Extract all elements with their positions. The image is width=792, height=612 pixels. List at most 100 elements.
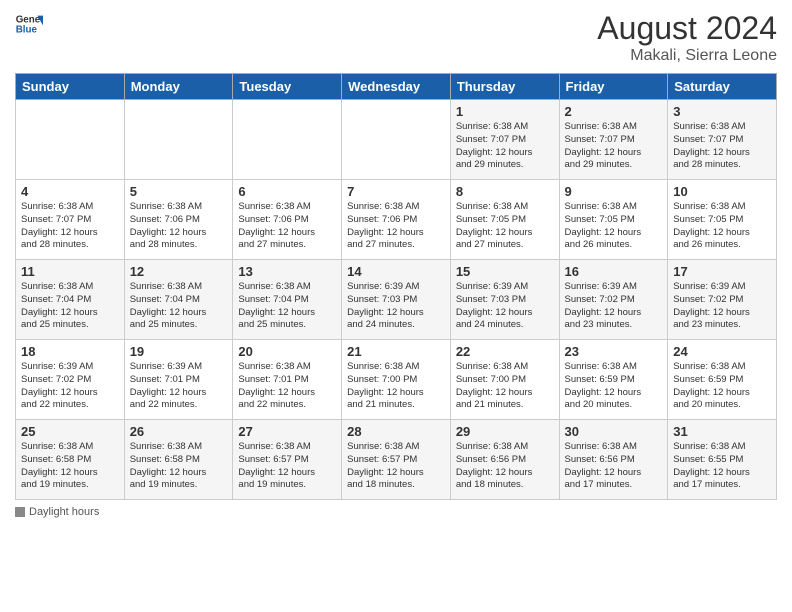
day-info: Sunrise: 6:38 AM Sunset: 7:00 PM Dayligh…	[456, 361, 554, 412]
calendar-cell	[342, 100, 451, 180]
day-number: 12	[130, 264, 228, 279]
calendar-table: SundayMondayTuesdayWednesdayThursdayFrid…	[15, 73, 777, 500]
day-number: 13	[238, 264, 336, 279]
calendar-cell: 26Sunrise: 6:38 AM Sunset: 6:58 PM Dayli…	[124, 420, 233, 500]
day-info: Sunrise: 6:38 AM Sunset: 7:01 PM Dayligh…	[238, 361, 336, 412]
day-info: Sunrise: 6:38 AM Sunset: 6:55 PM Dayligh…	[673, 441, 771, 492]
weekday-header: Monday	[124, 74, 233, 100]
day-info: Sunrise: 6:38 AM Sunset: 6:57 PM Dayligh…	[238, 441, 336, 492]
day-number: 31	[673, 424, 771, 439]
day-number: 24	[673, 344, 771, 359]
legend-item: Daylight hours	[15, 506, 99, 518]
weekday-header: Wednesday	[342, 74, 451, 100]
day-info: Sunrise: 6:39 AM Sunset: 7:01 PM Dayligh…	[130, 361, 228, 412]
day-info: Sunrise: 6:38 AM Sunset: 6:59 PM Dayligh…	[673, 361, 771, 412]
weekday-header: Saturday	[668, 74, 777, 100]
day-number: 11	[21, 264, 119, 279]
day-info: Sunrise: 6:39 AM Sunset: 7:02 PM Dayligh…	[565, 281, 663, 332]
weekday-header: Friday	[559, 74, 668, 100]
legend: Daylight hours	[15, 506, 777, 520]
day-number: 5	[130, 184, 228, 199]
calendar-cell: 28Sunrise: 6:38 AM Sunset: 6:57 PM Dayli…	[342, 420, 451, 500]
day-info: Sunrise: 6:38 AM Sunset: 7:06 PM Dayligh…	[238, 201, 336, 252]
day-info: Sunrise: 6:38 AM Sunset: 7:04 PM Dayligh…	[130, 281, 228, 332]
day-number: 25	[21, 424, 119, 439]
day-info: Sunrise: 6:38 AM Sunset: 7:07 PM Dayligh…	[673, 121, 771, 172]
legend-label: Daylight hours	[29, 506, 99, 518]
calendar-cell: 3 Sunrise: 6:38 AM Sunset: 7:07 PM Daylig…	[668, 100, 777, 180]
calendar-cell: 4Sunrise: 6:38 AM Sunset: 7:07 PM Daylig…	[16, 180, 125, 260]
calendar-cell: 2Sunrise: 6:38 AM Sunset: 7:07 PM Daylig…	[559, 100, 668, 180]
calendar-cell: 20 Sunrise: 6:38 AM Sunset: 7:01 PM Dayli…	[233, 340, 342, 420]
calendar-cell: 31 Sunrise: 6:38 AM Sunset: 6:55 PM Dayli…	[668, 420, 777, 500]
day-info: Sunrise: 6:38 AM Sunset: 7:07 PM Dayligh…	[21, 201, 119, 252]
calendar-cell: 5 Sunrise: 6:38 AM Sunset: 7:06 PM Daylig…	[124, 180, 233, 260]
weekday-header: Thursday	[450, 74, 559, 100]
day-number: 9	[565, 184, 663, 199]
day-number: 10	[673, 184, 771, 199]
calendar-week-row: 1Sunrise: 6:38 AM Sunset: 7:07 PM Daylig…	[16, 100, 777, 180]
day-number: 21	[347, 344, 445, 359]
day-info: Sunrise: 6:38 AM Sunset: 6:57 PM Dayligh…	[347, 441, 445, 492]
day-number: 22	[456, 344, 554, 359]
day-number: 2	[565, 104, 663, 119]
day-number: 30	[565, 424, 663, 439]
weekday-header-row: SundayMondayTuesdayWednesdayThursdayFrid…	[16, 74, 777, 100]
calendar-cell: 25 Sunrise: 6:38 AM Sunset: 6:58 PM Dayli…	[16, 420, 125, 500]
day-number: 20	[238, 344, 336, 359]
calendar-cell: 21 Sunrise: 6:38 AM Sunset: 7:00 PM Dayli…	[342, 340, 451, 420]
calendar-cell: 27 Sunrise: 6:38 AM Sunset: 6:57 PM Dayli…	[233, 420, 342, 500]
legend-dot	[15, 507, 25, 517]
calendar-week-row: 4Sunrise: 6:38 AM Sunset: 7:07 PM Daylig…	[16, 180, 777, 260]
calendar-cell: 29 Sunrise: 6:38 AM Sunset: 6:56 PM Dayli…	[450, 420, 559, 500]
day-info: Sunrise: 6:38 AM Sunset: 7:00 PM Dayligh…	[347, 361, 445, 412]
day-info: Sunrise: 6:38 AM Sunset: 7:04 PM Dayligh…	[238, 281, 336, 332]
day-info: Sunrise: 6:38 AM Sunset: 7:05 PM Dayligh…	[673, 201, 771, 252]
weekday-header: Sunday	[16, 74, 125, 100]
day-number: 27	[238, 424, 336, 439]
day-number: 18	[21, 344, 119, 359]
calendar-cell: 17 Sunrise: 6:39 AM Sunset: 7:02 PM Dayli…	[668, 260, 777, 340]
calendar-week-row: 11 Sunrise: 6:38 AM Sunset: 7:04 PM Dayli…	[16, 260, 777, 340]
day-info: Sunrise: 6:38 AM Sunset: 7:06 PM Dayligh…	[130, 201, 228, 252]
day-number: 7	[347, 184, 445, 199]
day-info: Sunrise: 6:38 AM Sunset: 6:59 PM Dayligh…	[565, 361, 663, 412]
calendar-cell	[124, 100, 233, 180]
calendar-cell: 16 Sunrise: 6:39 AM Sunset: 7:02 PM Dayli…	[559, 260, 668, 340]
day-info: Sunrise: 6:38 AM Sunset: 7:05 PM Dayligh…	[565, 201, 663, 252]
weekday-header: Tuesday	[233, 74, 342, 100]
day-number: 15	[456, 264, 554, 279]
day-number: 29	[456, 424, 554, 439]
page: General Blue August 2024 Makali, Sierra …	[0, 0, 792, 612]
calendar-week-row: 25 Sunrise: 6:38 AM Sunset: 6:58 PM Dayli…	[16, 420, 777, 500]
month-year: August 2024	[597, 10, 777, 47]
calendar-cell: 30 Sunrise: 6:38 AM Sunset: 6:56 PM Dayli…	[559, 420, 668, 500]
logo: General Blue	[15, 10, 43, 38]
day-number: 16	[565, 264, 663, 279]
day-info: Sunrise: 6:38 AM Sunset: 7:07 PM Dayligh…	[456, 121, 554, 172]
day-number: 17	[673, 264, 771, 279]
calendar-cell: 6 Sunrise: 6:38 AM Sunset: 7:06 PM Daylig…	[233, 180, 342, 260]
calendar-cell: 19 Sunrise: 6:39 AM Sunset: 7:01 PM Dayli…	[124, 340, 233, 420]
calendar-cell: 9 Sunrise: 6:38 AM Sunset: 7:05 PM Daylig…	[559, 180, 668, 260]
day-number: 19	[130, 344, 228, 359]
day-info: Sunrise: 6:38 AM Sunset: 6:56 PM Dayligh…	[565, 441, 663, 492]
day-number: 8	[456, 184, 554, 199]
calendar-cell: 23 Sunrise: 6:38 AM Sunset: 6:59 PM Dayli…	[559, 340, 668, 420]
day-info: Sunrise: 6:38 AM Sunset: 7:05 PM Dayligh…	[456, 201, 554, 252]
calendar-cell	[233, 100, 342, 180]
calendar-cell: 1Sunrise: 6:38 AM Sunset: 7:07 PM Daylig…	[450, 100, 559, 180]
day-info: Sunrise: 6:38 AM Sunset: 6:56 PM Dayligh…	[456, 441, 554, 492]
day-number: 26	[130, 424, 228, 439]
title-block: August 2024 Makali, Sierra Leone	[597, 10, 777, 65]
day-number: 6	[238, 184, 336, 199]
calendar-cell: 24 Sunrise: 6:38 AM Sunset: 6:59 PM Dayli…	[668, 340, 777, 420]
calendar-cell: 18Sunrise: 6:39 AM Sunset: 7:02 PM Dayli…	[16, 340, 125, 420]
day-info: Sunrise: 6:39 AM Sunset: 7:02 PM Dayligh…	[673, 281, 771, 332]
day-number: 23	[565, 344, 663, 359]
day-number: 3	[673, 104, 771, 119]
calendar-cell: 15Sunrise: 6:39 AM Sunset: 7:03 PM Dayli…	[450, 260, 559, 340]
day-info: Sunrise: 6:38 AM Sunset: 6:58 PM Dayligh…	[21, 441, 119, 492]
day-info: Sunrise: 6:38 AM Sunset: 7:04 PM Dayligh…	[21, 281, 119, 332]
location: Makali, Sierra Leone	[597, 47, 777, 65]
